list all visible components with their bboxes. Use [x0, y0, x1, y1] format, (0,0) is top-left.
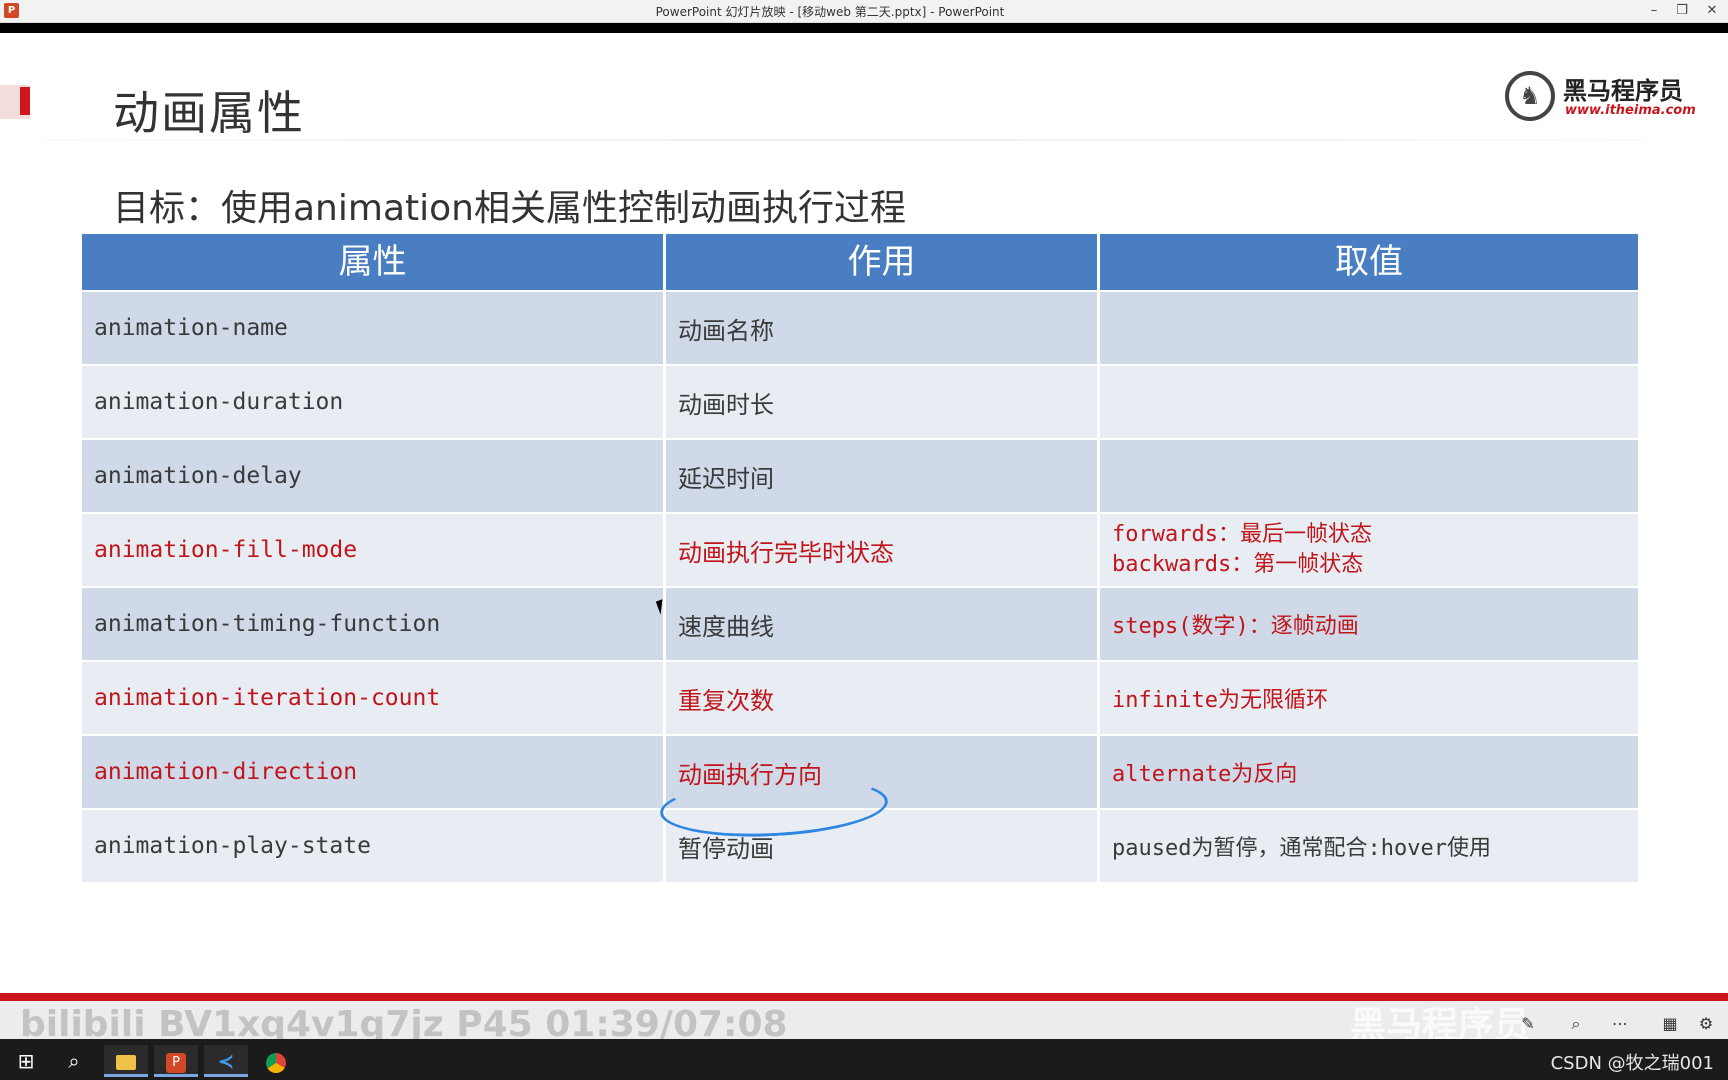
property-cell: animation-timing-function	[82, 588, 666, 660]
property-cell: animation-delay	[82, 440, 666, 512]
purpose-cell: 动画执行完毕时状态	[666, 514, 1100, 586]
zoom-icon[interactable]: ⌕	[1566, 1014, 1586, 1034]
values-cell	[1100, 366, 1638, 438]
window-title: PowerPoint 幻灯片放映 - [移动web 第二天.pptx] - Po…	[655, 5, 1005, 19]
title-accent-bar	[0, 85, 30, 119]
horse-logo-icon: ♞	[1505, 71, 1555, 121]
purpose-cell: 速度曲线	[666, 588, 1100, 660]
property-cell: animation-direction	[82, 736, 666, 808]
values-cell: steps(数字)：逐帧动画	[1112, 614, 1359, 639]
powerpoint-icon[interactable]: P	[154, 1045, 198, 1077]
purpose-cell: 延迟时间	[666, 440, 1100, 512]
vscode-icon[interactable]: ≺	[204, 1045, 248, 1077]
slideshow-top-border	[0, 23, 1728, 33]
windows-start-icon[interactable]: ⊞	[4, 1045, 48, 1077]
close-button[interactable]: ✕	[1698, 1, 1726, 21]
brand-logo: ♞ 黑马程序员 www.itheima.com	[1505, 69, 1696, 125]
property-cell: animation-iteration-count	[82, 662, 666, 734]
table-row: animation-delay 延迟时间	[82, 438, 1638, 512]
search-icon[interactable]: ⌕	[52, 1045, 96, 1077]
values-cell	[1100, 292, 1638, 364]
table-row: animation-fill-mode 动画执行完毕时状态 forwards：最…	[82, 512, 1638, 586]
slide-goal: 目标：使用animation相关属性控制动画执行过程	[113, 188, 906, 229]
table-header: 属性 作用 取值	[82, 234, 1638, 290]
header-values: 取值	[1335, 242, 1403, 282]
display-settings-icon[interactable]: ▦	[1660, 1014, 1680, 1034]
logo-name: 黑马程序员	[1563, 77, 1683, 105]
pen-tool-icon[interactable]: ✎	[1518, 1014, 1538, 1034]
table-row: animation-duration 动画时长	[82, 364, 1638, 438]
property-cell: animation-play-state	[82, 810, 666, 882]
value-line: forwards：最后一帧状态	[1112, 522, 1372, 547]
values-cell: paused为暂停，通常配合:hover使用	[1112, 836, 1491, 861]
values-cell: infinite为无限循环	[1112, 688, 1328, 713]
values-cell: alternate为反向	[1112, 762, 1298, 787]
chrome-icon[interactable]	[254, 1045, 298, 1077]
logo-url: www.itheima.com	[1565, 103, 1696, 118]
values-cell: forwards：最后一帧状态 backwards：第一帧状态	[1100, 514, 1638, 586]
gear-icon[interactable]: ⚙	[1696, 1014, 1716, 1034]
windows-taskbar: ⊞ ⌕ P ≺	[0, 1039, 1728, 1080]
csdn-watermark: CSDN @牧之瑞001	[1550, 1053, 1714, 1074]
minimize-button[interactable]: –	[1640, 1, 1668, 21]
restore-button[interactable]: ❐	[1668, 1, 1696, 21]
file-explorer-icon[interactable]	[104, 1045, 148, 1077]
more-options-icon[interactable]: ⋯	[1610, 1014, 1630, 1034]
purpose-cell: 重复次数	[666, 662, 1100, 734]
header-purpose: 作用	[666, 234, 1100, 290]
slide-title: 动画属性	[113, 86, 305, 140]
value-line: backwards：第一帧状态	[1112, 552, 1364, 577]
window-titlebar: P PowerPoint 幻灯片放映 - [移动web 第二天.pptx] - …	[0, 0, 1728, 23]
property-cell: animation-duration	[82, 366, 666, 438]
table-row: animation-iteration-count 重复次数 infinite为…	[82, 660, 1638, 734]
values-cell	[1100, 440, 1638, 512]
title-divider	[44, 139, 1644, 141]
header-property: 属性	[82, 234, 666, 290]
purpose-cell: 动画名称	[666, 292, 1100, 364]
property-cell: animation-fill-mode	[82, 514, 666, 586]
table-row: animation-timing-function 速度曲线 steps(数字)…	[82, 586, 1638, 660]
table-row: animation-name 动画名称	[82, 290, 1638, 364]
purpose-cell: 动画时长	[666, 366, 1100, 438]
property-cell: animation-name	[82, 292, 666, 364]
